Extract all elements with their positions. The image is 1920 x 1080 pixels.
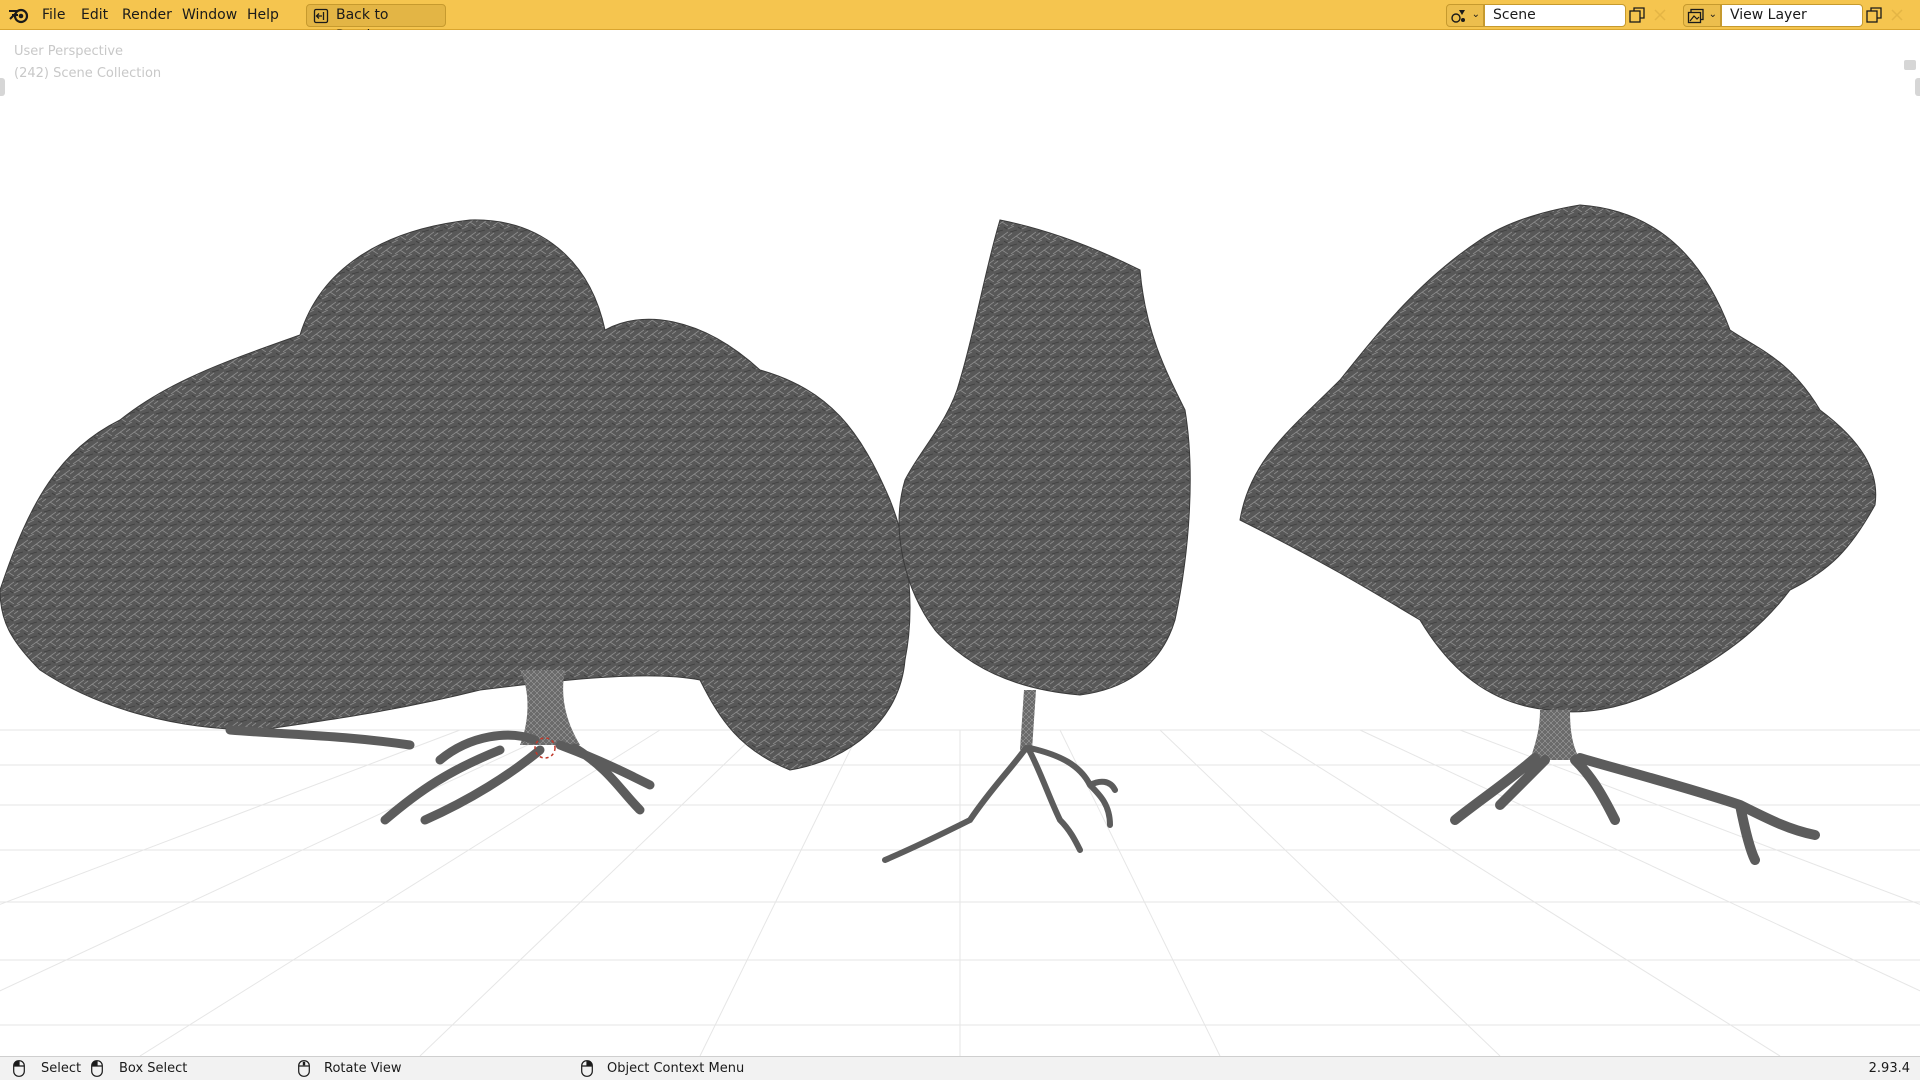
close-icon[interactable] <box>1888 6 1906 24</box>
scene-name-field[interactable]: Scene <box>1484 4 1626 27</box>
mouse-left-icon <box>13 1060 25 1077</box>
version-label: 2.93.4 <box>1868 1061 1910 1076</box>
gizmo-toggle-handle[interactable] <box>1904 60 1916 70</box>
mouse-middle-icon <box>298 1060 310 1077</box>
duplicate-icon[interactable] <box>1628 6 1646 24</box>
mouse-drag-icon <box>91 1060 103 1077</box>
viewport-collection-label: (242) Scene Collection <box>14 66 162 81</box>
menu-file[interactable]: File <box>42 0 65 30</box>
toolbar-toggle-handle[interactable] <box>0 78 5 96</box>
tree-right-mesh[interactable] <box>1239 204 1877 865</box>
scene-type-dropdown[interactable]: ⌄ <box>1446 4 1484 27</box>
viewport-canvas[interactable] <box>0 30 1920 1056</box>
view-layer-name-field[interactable]: View Layer <box>1721 4 1863 27</box>
sidebar-toggle-handle[interactable] <box>1915 78 1920 96</box>
scene-icon <box>1451 10 1465 23</box>
status-context-menu-label: Object Context Menu <box>607 1061 745 1076</box>
status-rotate-view-label: Rotate View <box>324 1061 402 1076</box>
blender-logo-icon[interactable] <box>8 5 30 25</box>
status-box-select-label: Box Select <box>119 1061 188 1076</box>
close-icon[interactable] <box>1651 6 1669 24</box>
status-bar: Select Box Select Rotate View Object Con… <box>0 1056 1920 1080</box>
mouse-right-icon <box>581 1060 593 1077</box>
status-select-label: Select <box>41 1061 82 1076</box>
top-menu-bar: File Edit Render Window Help Back to Pre… <box>0 0 1920 44</box>
view-layer-icon <box>1687 8 1704 24</box>
menu-window[interactable]: Window <box>182 0 237 30</box>
menu-render[interactable]: Render <box>122 0 172 30</box>
3d-viewport[interactable]: User Perspective (242) Scene Collection <box>0 30 1920 1056</box>
duplicate-icon[interactable] <box>1865 6 1883 24</box>
ground-grid <box>0 729 1920 1056</box>
viewport-perspective-label: User Perspective <box>14 44 124 59</box>
view-layer-type-dropdown[interactable]: ⌄ <box>1683 4 1721 27</box>
back-to-previous-button[interactable]: Back to Previous <box>306 4 446 44</box>
chevron-down-icon: ⌄ <box>1708 9 1717 20</box>
menu-help[interactable]: Help <box>247 0 279 30</box>
back-to-previous-icon <box>313 8 329 24</box>
menu-edit[interactable]: Edit <box>81 0 108 30</box>
chevron-down-icon: ⌄ <box>1471 9 1480 20</box>
tree-middle-mesh[interactable] <box>882 219 1191 863</box>
